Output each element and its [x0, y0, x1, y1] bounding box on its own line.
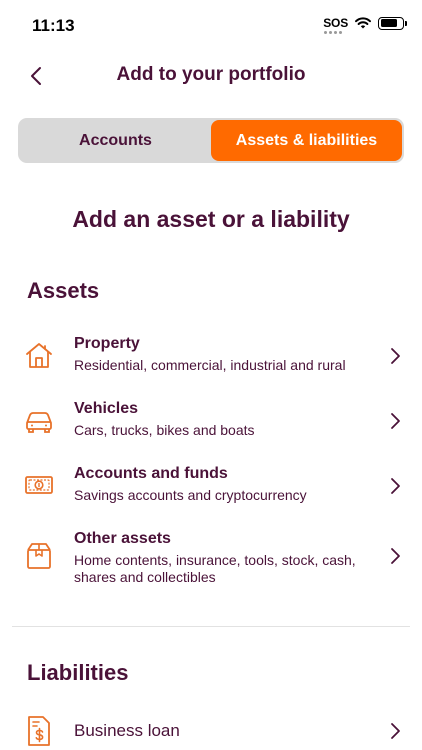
chevron-right-icon: [391, 478, 400, 494]
house-icon: [26, 343, 52, 368]
list-item-title: Accounts and funds: [74, 465, 228, 482]
car-icon: [26, 412, 52, 433]
sos-indicator: SOS: [323, 16, 348, 34]
status-time: 11:13: [32, 16, 75, 35]
list-item-title: Business loan: [74, 721, 180, 740]
list-item-title: Vehicles: [74, 400, 139, 417]
wifi-icon: [355, 17, 371, 29]
list-item-text: Vehicles Cars, trucks, bikes and boats: [74, 399, 372, 439]
list-item-vehicles[interactable]: Vehicles Cars, trucks, bikes and boats: [0, 399, 422, 447]
list-item-subtitle: Cars, trucks, bikes and boats: [74, 422, 255, 438]
segmented-control: Accounts Assets & liabilities: [18, 118, 404, 163]
chevron-right-icon: [391, 548, 400, 564]
signal-dots-icon: [324, 31, 343, 34]
sos-label: SOS: [323, 16, 348, 30]
list-item-text: Business loan: [74, 721, 372, 741]
section-heading: Add an asset or a liability: [72, 206, 350, 232]
banknote-icon: [25, 476, 53, 494]
status-bar: 11:13 SOS: [0, 0, 422, 50]
battery-icon: [378, 16, 407, 30]
battery-level: [380, 19, 398, 27]
chevron-right-icon: [391, 413, 400, 429]
box-icon: [27, 543, 51, 569]
list-item-text: Other assets Home contents, insurance, t…: [74, 529, 372, 586]
tab-accounts[interactable]: Accounts: [20, 120, 211, 161]
list-item-text: Accounts and funds Savings accounts and …: [74, 464, 372, 504]
list-item-title: Property: [74, 335, 140, 352]
liabilities-title: Liabilities: [27, 660, 129, 685]
tab-assets-liabilities[interactable]: Assets & liabilities: [211, 120, 402, 161]
nav-bar: Add to your portfolio: [0, 56, 422, 96]
list-item-business-loan[interactable]: Business loan: [0, 714, 422, 748]
document-dollar-icon: [28, 716, 50, 746]
list-item-accounts-funds[interactable]: Accounts and funds Savings accounts and …: [0, 464, 422, 512]
list-item-other-assets[interactable]: Other assets Home contents, insurance, t…: [0, 529, 422, 591]
list-item-title: Other assets: [74, 530, 171, 547]
chevron-right-icon: [391, 348, 400, 364]
assets-title: Assets: [27, 278, 100, 303]
list-item-subtitle: Home contents, insurance, tools, stock, …: [74, 552, 356, 585]
list-item-property[interactable]: Property Residential, commercial, indust…: [0, 334, 422, 382]
section-divider: [12, 626, 410, 627]
page-title: Add to your portfolio: [116, 64, 306, 85]
chevron-right-icon: [391, 723, 400, 739]
list-item-subtitle: Savings accounts and cryptocurrency: [74, 487, 307, 503]
list-item-text: Property Residential, commercial, indust…: [74, 334, 372, 374]
status-icons: SOS: [323, 16, 407, 34]
list-item-subtitle: Residential, commercial, industrial and …: [74, 357, 346, 373]
